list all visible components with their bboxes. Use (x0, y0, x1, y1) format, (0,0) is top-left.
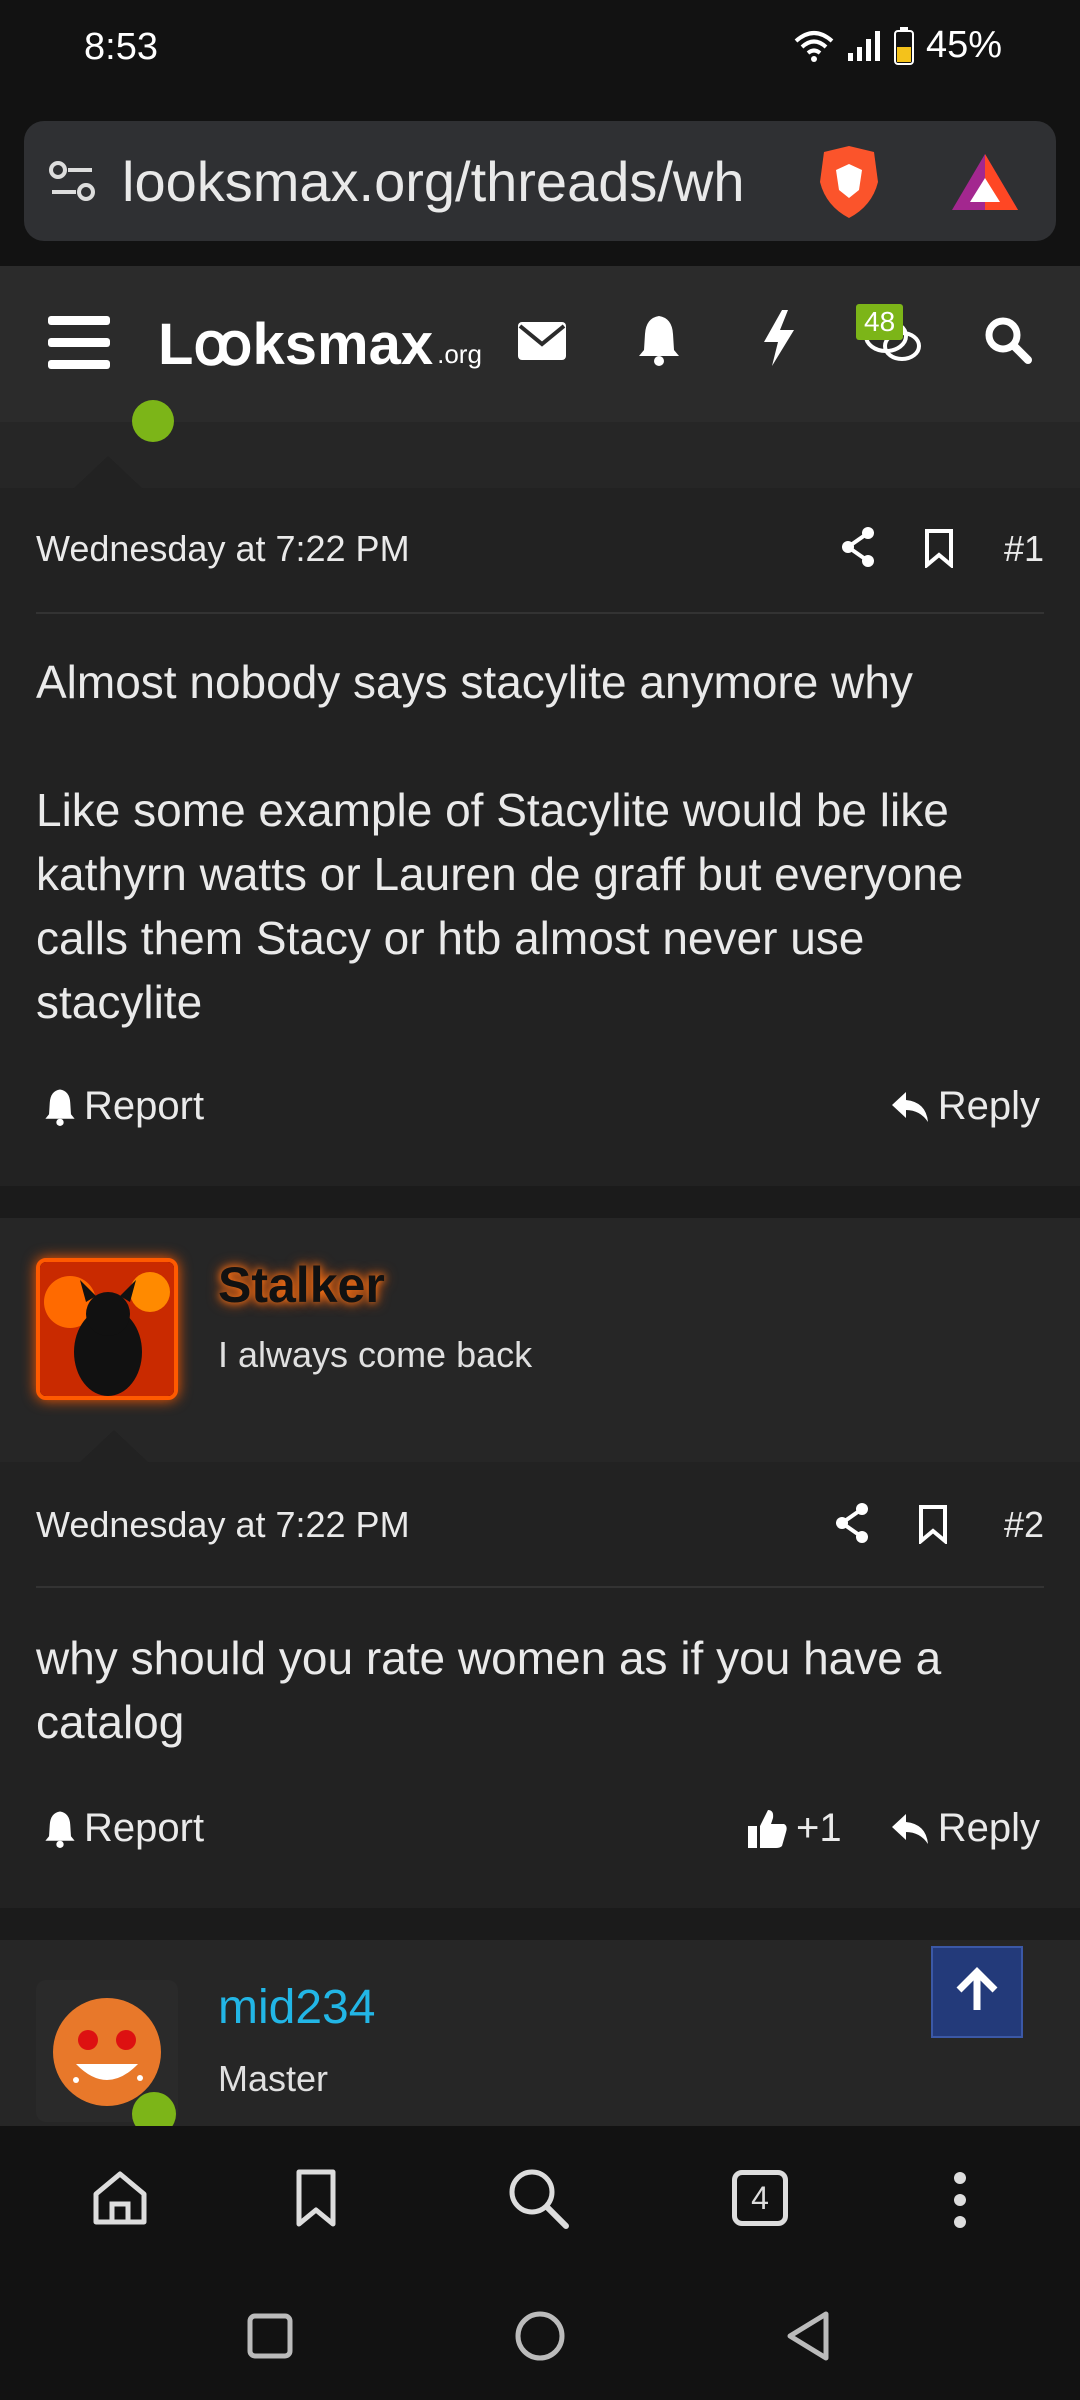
bell-icon[interactable] (638, 314, 680, 366)
post-number[interactable]: #1 (1004, 528, 1044, 570)
home-nav-icon[interactable] (514, 2310, 566, 2362)
report-bell-icon (45, 1088, 75, 1126)
recents-icon[interactable] (246, 2312, 294, 2360)
post-header-divider (36, 1586, 1044, 1588)
post-body: Almost nobody says stacylite anymore why… (36, 656, 964, 1028)
search-icon[interactable] (984, 316, 1032, 364)
post-date[interactable]: Wednesday at 7:22 PM (36, 528, 410, 570)
post-separator (0, 1186, 1080, 1218)
status-icons: 45% (794, 24, 1002, 67)
post-body: why should you rate women as if you have… (36, 1632, 942, 1748)
menu-icon[interactable] (48, 314, 110, 370)
report-label: Report (84, 1084, 205, 1128)
status-time: 8:53 (84, 26, 158, 68)
report-bell-icon (45, 1810, 75, 1848)
online-indicator (132, 400, 174, 442)
avatar-image (40, 1262, 174, 1396)
logo-suffix: .org (437, 339, 482, 369)
bookmark-icon[interactable] (918, 1504, 948, 1544)
reply-icon (891, 1091, 928, 1122)
report-label: Report (84, 1806, 205, 1850)
arrow-up-icon (956, 1967, 998, 2010)
url-text[interactable]: looksmax.org/threads/wh (122, 149, 782, 214)
mail-icon[interactable] (518, 322, 566, 360)
username[interactable]: Stalker (218, 1256, 385, 1314)
chat-badge: 48 (856, 304, 904, 340)
username[interactable]: mid234 (218, 1980, 375, 2035)
reply-button[interactable]: Reply (890, 1806, 1040, 1851)
post-separator (0, 1908, 1080, 1940)
report-button[interactable]: Report (44, 1084, 204, 1129)
back-icon[interactable] (784, 2310, 832, 2362)
user-title: I always come back (218, 1334, 533, 1375)
like-button[interactable]: +1 (746, 1806, 842, 1851)
lightning-icon[interactable] (762, 310, 796, 366)
battery-percent: 45% (925, 24, 1002, 66)
logo-text: Lꝏksmax (158, 312, 434, 377)
reply-label: Reply (937, 1806, 1040, 1850)
report-button[interactable]: Report (44, 1806, 204, 1851)
reply-button[interactable]: Reply (890, 1084, 1040, 1129)
tabs-button[interactable]: 4 (732, 2170, 788, 2226)
wifi-icon (794, 30, 834, 62)
share-icon[interactable] (840, 526, 876, 568)
user-title: Master (218, 2058, 329, 2099)
like-count: +1 (796, 1806, 842, 1850)
brave-rewards-icon[interactable] (948, 150, 1022, 214)
site-logo[interactable]: Lꝏksmax .org (158, 310, 482, 378)
battery-icon (893, 26, 914, 65)
avatar[interactable] (36, 1258, 178, 1400)
post-number[interactable]: #2 (1004, 1504, 1044, 1546)
bookmarks-icon[interactable] (294, 2168, 338, 2228)
bookmark-icon[interactable] (924, 528, 954, 568)
post-pointer (78, 1430, 150, 1464)
reply-label: Reply (937, 1084, 1040, 1128)
share-icon[interactable] (834, 1502, 870, 1544)
post-date[interactable]: Wednesday at 7:22 PM (36, 1504, 410, 1546)
scroll-to-top-button[interactable] (931, 1946, 1023, 2038)
search-icon[interactable] (506, 2166, 570, 2230)
reply-icon (891, 1813, 928, 1844)
more-menu-icon[interactable] (950, 2170, 970, 2230)
signal-icon (847, 30, 880, 61)
brave-shield-icon[interactable] (814, 142, 884, 222)
post-header-divider (36, 612, 1044, 614)
post-pointer (72, 456, 144, 490)
thumbs-up-icon (748, 1809, 787, 1848)
home-icon[interactable] (90, 2168, 150, 2228)
site-settings-icon[interactable] (48, 160, 96, 204)
